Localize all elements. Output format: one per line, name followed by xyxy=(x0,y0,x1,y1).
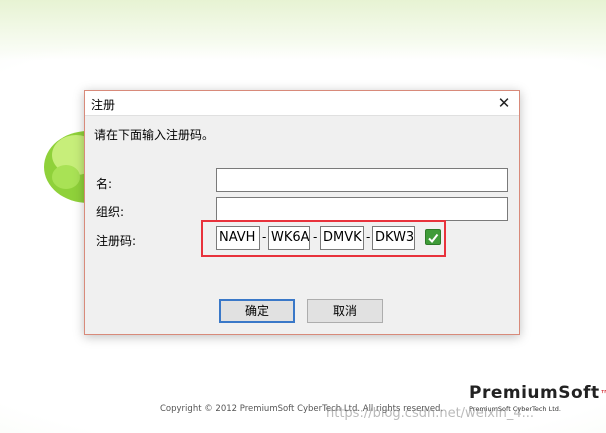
brand-name: PremiumSoft xyxy=(469,383,600,403)
watermark-text: https://blog.csdn.net/weixin_4... xyxy=(326,406,535,421)
premiumsoft-logo: PremiumSoft™ PremiumSoft CyberTech Ltd. xyxy=(469,383,606,413)
organization-input[interactable] xyxy=(216,197,508,221)
registration-dialog: 注册 ✕ 请在下面输入注册码。 名: 组织: 注册码: NAVH - WK6A … xyxy=(84,90,520,335)
ok-button[interactable]: 确定 xyxy=(219,299,295,323)
registration-code-label: 注册码: xyxy=(96,234,137,248)
highlight-box xyxy=(201,220,446,257)
instruction-text: 请在下面输入注册码。 xyxy=(94,128,215,142)
dialog-title: 注册 xyxy=(91,98,116,112)
splash-top-gradient xyxy=(0,0,606,60)
name-label: 名: xyxy=(96,177,113,191)
cancel-button[interactable]: 取消 xyxy=(307,299,383,323)
brand-trademark: ™ xyxy=(599,388,606,401)
organization-label: 组织: xyxy=(96,205,125,219)
dialog-titlebar[interactable]: 注册 ✕ xyxy=(85,91,519,116)
name-input[interactable] xyxy=(216,168,508,192)
close-icon[interactable]: ✕ xyxy=(493,93,515,113)
